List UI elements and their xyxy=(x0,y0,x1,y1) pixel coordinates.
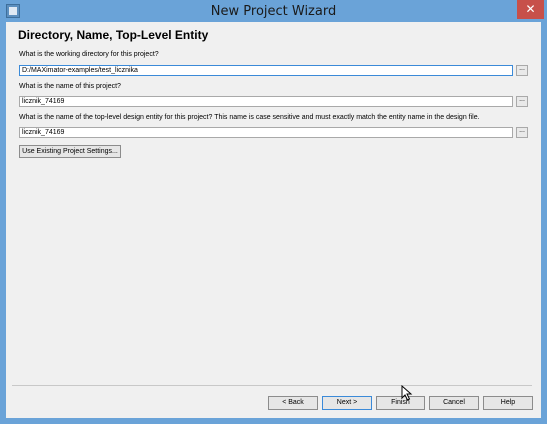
mouse-pointer-icon xyxy=(401,385,413,401)
cancel-button[interactable]: Cancel xyxy=(429,396,479,410)
working-directory-label: What is the working directory for this p… xyxy=(19,51,159,58)
use-existing-project-settings-button[interactable]: Use Existing Project Settings... xyxy=(19,145,121,158)
window-title: New Project Wizard xyxy=(210,4,337,19)
back-button[interactable]: < Back xyxy=(268,396,318,410)
title-bar[interactable]: New Project Wizard ✕ xyxy=(0,0,547,22)
project-name-input[interactable]: licznik_74169 xyxy=(19,96,513,107)
working-directory-input[interactable]: D:/MAXimator-examples/test_licznika xyxy=(19,65,513,76)
top-level-entity-input[interactable]: licznik_74169 xyxy=(19,127,513,138)
help-button[interactable]: Help xyxy=(483,396,533,410)
top-level-entity-label: What is the name of the top-level design… xyxy=(19,114,480,121)
top-level-entity-browse-button[interactable]: ... xyxy=(516,127,528,138)
close-button[interactable]: ✕ xyxy=(517,0,544,19)
footer-separator xyxy=(12,385,532,386)
page-header: Directory, Name, Top-Level Entity xyxy=(6,22,541,48)
project-name-label: What is the name of this project? xyxy=(19,83,121,90)
next-button[interactable]: Next > xyxy=(322,396,372,410)
page-title: Directory, Name, Top-Level Entity xyxy=(18,28,209,42)
new-project-wizard-window: New Project Wizard ✕ Directory, Name, To… xyxy=(0,0,547,424)
working-directory-browse-button[interactable]: ... xyxy=(516,65,528,76)
wizard-body: Directory, Name, Top-Level Entity What i… xyxy=(6,22,541,418)
project-name-browse-button[interactable]: ... xyxy=(516,96,528,107)
